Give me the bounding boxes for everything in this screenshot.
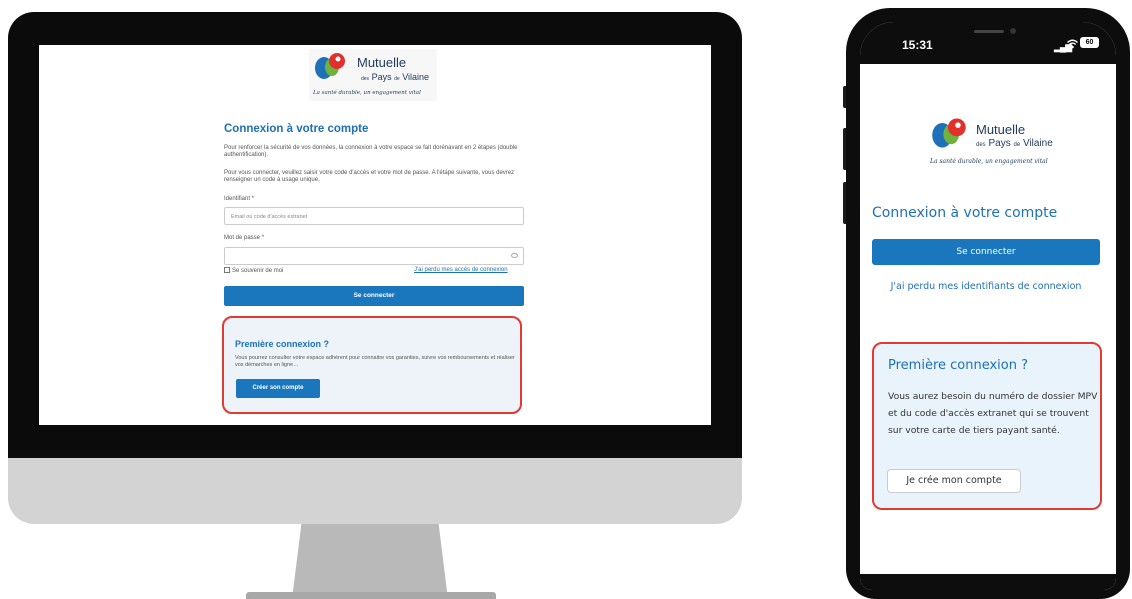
first-login-text: Vous aurez besoin du numéro de dossier M…: [888, 391, 1098, 436]
identifiant-input[interactable]: Email ou code d'accès extranet: [224, 207, 524, 225]
login-button[interactable]: Se connecter: [224, 286, 524, 306]
brand-logo: Mutuelle des Pays de Vilaine La santé du…: [309, 49, 437, 101]
remember-checkbox[interactable]: [224, 267, 230, 273]
monitor-stand: [292, 524, 448, 599]
password-label: Mot de passe *: [224, 235, 265, 241]
show-password-icon[interactable]: [511, 253, 518, 258]
logo-name-line1: Mutuelle: [357, 55, 407, 70]
logo-tagline: La santé durable, un engagement vital: [313, 90, 421, 96]
remember-me[interactable]: Se souvenir de moi: [224, 267, 283, 274]
create-account-button[interactable]: Créer son compte: [236, 379, 320, 398]
brand-logo: Mutuelle des Pays de Vilaine La santé du…: [930, 114, 1066, 174]
first-login-box: Première connexion ? Vous pourrez consul…: [222, 316, 522, 414]
forgot-credentials-link[interactable]: J'ai perdu mes identifiants de connexion: [872, 281, 1100, 292]
wifi-icon: [1067, 39, 1078, 49]
logo-mark-icon: [932, 118, 966, 148]
intro-paragraph-2: Pour vous connecter, veuillez saisir vot…: [224, 170, 515, 183]
logo-mark-icon: [315, 53, 345, 79]
logo-name-line1: Mutuelle: [976, 122, 1026, 137]
first-login-title: Première connexion ?: [888, 358, 1029, 373]
status-time: 15:31: [902, 38, 933, 52]
status-bar: 15:31 ▂▄▆ 60: [860, 22, 1116, 64]
speaker-icon: [974, 30, 1004, 33]
password-input[interactable]: [224, 247, 524, 265]
logo-name-line2: des Pays de Vilaine: [361, 72, 430, 82]
page-title: Connexion à votre compte: [872, 205, 1058, 221]
phone-screen: 15:31 ▂▄▆ 60 Mutuelle des Pays de Vilain…: [860, 22, 1116, 590]
intro-paragraph-1: Pour renforcer la sécurité de vos donnée…: [224, 145, 518, 158]
phone-bottom-bezel: [860, 574, 1116, 590]
desktop-screen: Mutuelle des Pays de Vilaine La santé du…: [39, 45, 711, 425]
battery-icon: 60: [1080, 37, 1099, 48]
first-login-title: Première connexion ?: [235, 339, 330, 349]
logo-name-line2: des Pays de Vilaine: [976, 138, 1053, 149]
monitor-stand-base: [246, 592, 496, 599]
identifiant-label: Identifiant *: [224, 196, 255, 202]
create-account-button[interactable]: Je crée mon compte: [887, 469, 1021, 493]
login-button[interactable]: Se connecter: [872, 239, 1100, 265]
page-title: Connexion à votre compte: [224, 123, 369, 135]
forgot-access-link[interactable]: J'ai perdu mes accès de connexion: [414, 267, 508, 273]
first-login-text: Vous pourrez consulter votre espace adhé…: [235, 355, 515, 368]
camera-icon: [1010, 28, 1016, 34]
monitor-chin: [8, 458, 742, 524]
logo-tagline: La santé durable, un engagement vital: [930, 158, 1048, 165]
phone-notch: [944, 22, 1038, 48]
remember-label: Se souvenir de moi: [232, 268, 284, 274]
first-login-box: Première connexion ? Vous aurez besoin d…: [872, 342, 1102, 510]
